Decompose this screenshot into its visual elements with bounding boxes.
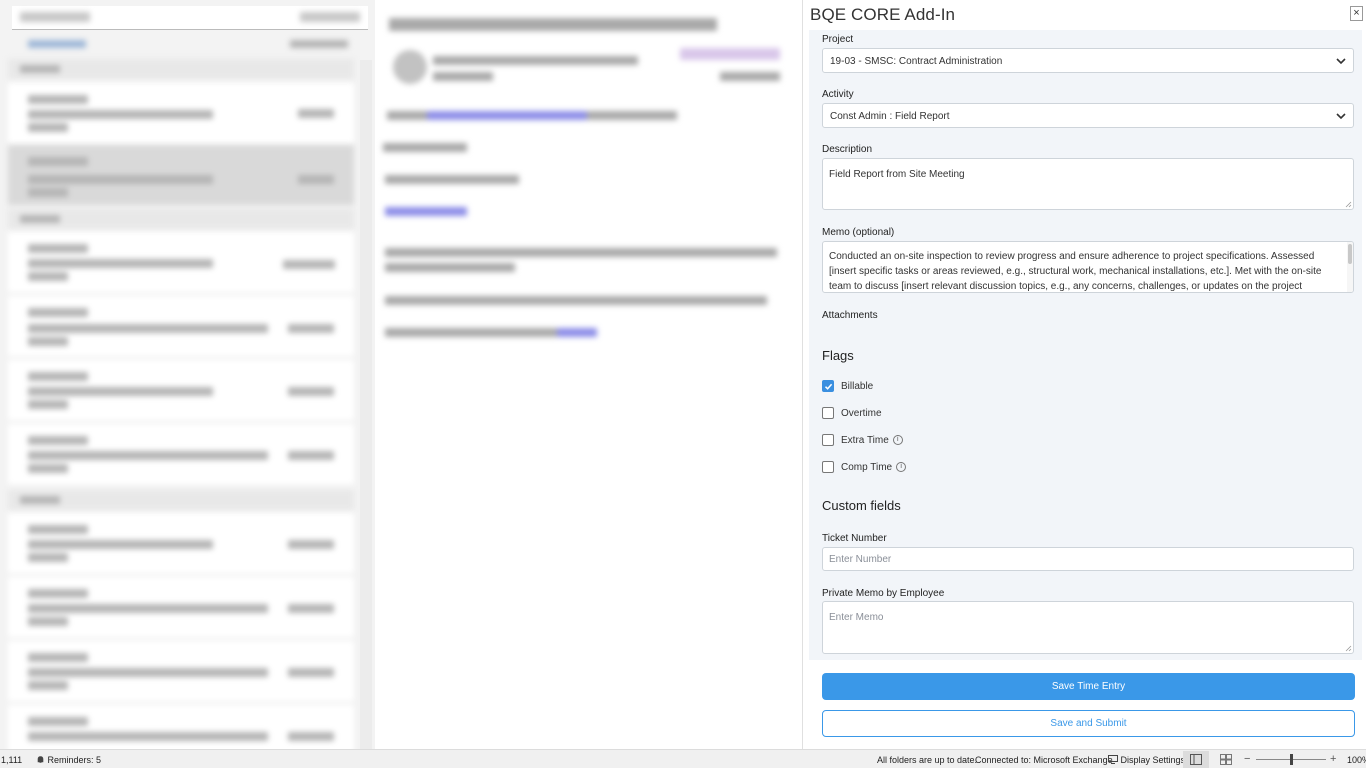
attachments-label: Attachments [822,310,878,321]
display-settings-label: Display Settings [1120,755,1186,765]
close-icon[interactable]: × [1350,6,1363,21]
save-time-entry-button[interactable]: Save Time Entry [822,673,1355,700]
activity-label: Activity [822,89,854,100]
zoom-level: 100% [1347,755,1366,765]
normal-view-icon [1190,754,1202,765]
resize-handle-icon[interactable] [1345,645,1352,652]
flags-heading: Flags [822,348,854,363]
reading-view-button[interactable] [1218,751,1234,768]
reminders[interactable]: Reminders: 5 [36,755,101,765]
activity-select[interactable]: Const Admin : Field Report [822,103,1354,128]
info-icon[interactable]: i [892,435,903,445]
flag-overtime[interactable]: Overtime [822,406,882,420]
chevron-down-icon [1336,113,1346,120]
bqe-addin-panel: BQE CORE Add-In × Project 19-03 - SMSC: … [802,0,1366,749]
checkbox-unchecked[interactable] [822,434,834,446]
info-icon[interactable]: i [896,462,907,472]
flag-overtime-label: Overtime [841,407,882,419]
private-memo-label: Private Memo by Employee [822,588,945,599]
ticket-number-label: Ticket Number [822,533,887,544]
memo-label: Memo (optional) [822,227,895,238]
time-entry-form: Project 19-03 - SMSC: Contract Administr… [809,30,1362,660]
bell-icon [37,756,44,763]
project-value: 19-03 - SMSC: Contract Administration [830,56,1003,67]
sync-status: All folders are up to date. [877,755,978,765]
ticket-number-input[interactable]: Enter Number [822,547,1354,571]
description-label: Description [822,144,873,155]
description-textarea[interactable]: Field Report from Site Meeting [822,158,1354,210]
activity-value: Const Admin : Field Report [830,111,950,122]
description-value: Field Report from Site Meeting [829,169,965,180]
mail-list [0,0,375,749]
monitor-icon [1108,755,1118,764]
item-count: 1,111 [1,755,23,765]
zoom-slider-thumb[interactable] [1290,754,1293,765]
project-label: Project [822,34,854,45]
private-memo-placeholder: Enter Memo [829,612,884,623]
zoom-in-button[interactable]: + [1330,753,1336,765]
flag-extra-time[interactable]: Extra Time i [822,433,903,447]
chevron-down-icon [1336,58,1346,65]
checkbox-unchecked[interactable] [822,407,834,419]
addin-title: BQE CORE Add-In [810,5,956,24]
mail-list-scrollbar[interactable] [360,60,372,749]
memo-scrollbar[interactable] [1347,242,1353,292]
flag-billable-label: Billable [841,380,874,392]
custom-fields-heading: Custom fields [822,498,901,513]
flag-extra-time-label: Extra Time [841,434,889,446]
reading-pane [375,0,802,749]
flag-comp-time-label: Comp Time [841,461,893,473]
ticket-number-placeholder: Enter Number [829,554,892,565]
check-icon [824,383,832,390]
save-and-submit-button[interactable]: Save and Submit [822,710,1355,737]
flag-billable[interactable]: Billable [822,379,873,393]
zoom-out-button[interactable]: − [1244,753,1250,765]
connection-status: Connected to: Microsoft Exchange [975,755,1113,765]
status-bar: 1,111 Reminders: 5 All folders are up to… [0,749,1366,768]
memo-textarea[interactable]: Conducted an on-site inspection to revie… [822,241,1354,293]
checkbox-unchecked[interactable] [822,461,834,473]
project-select[interactable]: 19-03 - SMSC: Contract Administration [822,48,1354,73]
reading-view-icon [1220,754,1232,765]
private-memo-textarea[interactable]: Enter Memo [822,601,1354,654]
normal-view-button[interactable] [1183,751,1209,768]
checkbox-checked[interactable] [822,380,834,392]
flag-comp-time[interactable]: Comp Time i [822,460,907,474]
reminders-label: Reminders: 5 [47,755,102,765]
memo-value: Conducted an on-site inspection to revie… [829,251,1322,292]
resize-handle-icon[interactable] [1345,201,1352,208]
display-settings[interactable]: Display Settings [1108,755,1185,765]
